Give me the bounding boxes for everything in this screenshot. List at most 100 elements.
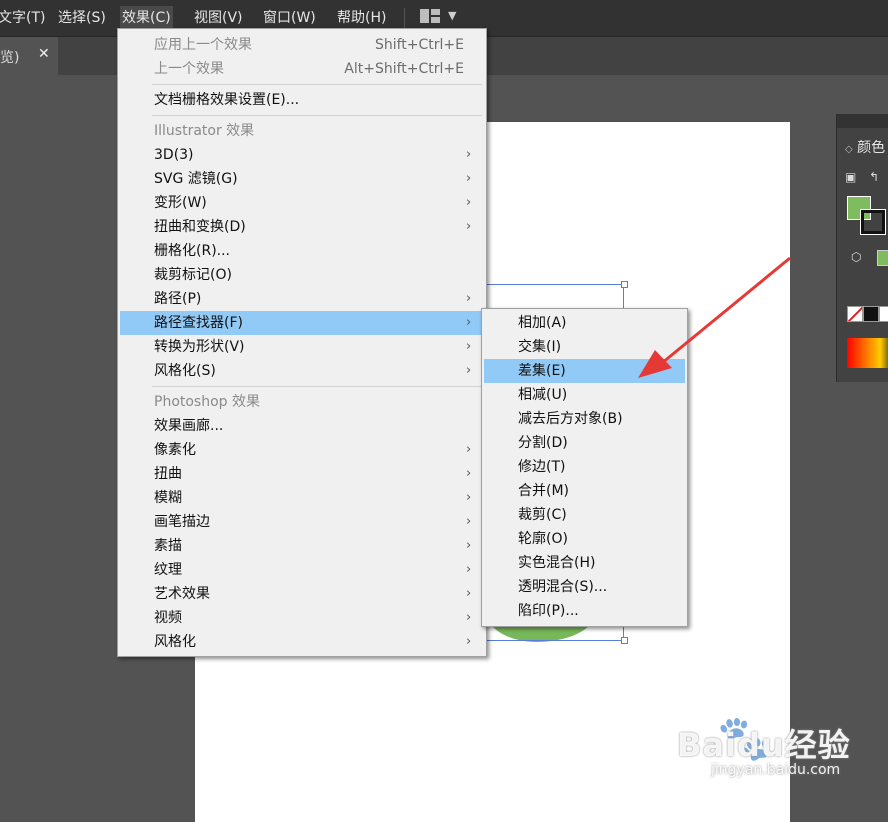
menu-item-path[interactable]: 路径(P) ›: [120, 287, 484, 311]
submenu-item-exclude[interactable]: 差集(E): [484, 359, 685, 383]
menu-separator: [152, 386, 482, 387]
menu-item-convert-to-shape[interactable]: 转换为形状(V) ›: [120, 335, 484, 359]
menu-item-shortcut: Shift+Ctrl+E: [374, 37, 464, 53]
swap-colors-icon[interactable]: ↰: [869, 170, 879, 184]
selection-handle-bottom-right[interactable]: [621, 637, 628, 644]
menu-item-rasterize[interactable]: 栅格化(R)...: [120, 239, 484, 263]
menu-item-label: 像素化: [154, 442, 196, 458]
menu-item-label: 应用上一个效果: [154, 37, 252, 53]
submenu-item-minus-back[interactable]: 减去后方对象(B): [484, 407, 685, 431]
submenu-item-outline[interactable]: 轮廓(O): [484, 527, 685, 551]
document-tab[interactable]: 览) ✕: [0, 37, 58, 75]
menu-item-crop-marks[interactable]: 裁剪标记(O): [120, 263, 484, 287]
menu-item-label: 风格化: [154, 634, 196, 650]
submenu-item-add[interactable]: 相加(A): [484, 311, 685, 335]
submenu-item-label: 交集(I): [518, 339, 562, 355]
menu-item-pixelate[interactable]: 像素化 ›: [120, 438, 484, 462]
submenu-item-hard-mix[interactable]: 实色混合(H): [484, 551, 685, 575]
menu-section-photoshop: Photoshop 效果: [120, 390, 484, 414]
chevron-right-icon: ›: [466, 466, 472, 481]
submenu-item-intersect[interactable]: 交集(I): [484, 335, 685, 359]
chevron-right-icon: ›: [466, 363, 472, 378]
submenu-item-label: 分割(D): [518, 435, 568, 451]
menu-item-label: 变形(W): [154, 195, 207, 211]
chevron-right-icon: ›: [466, 610, 472, 625]
submenu-item-subtract[interactable]: 相减(U): [484, 383, 685, 407]
menu-separator: [152, 115, 482, 116]
submenu-item-label: 轮廓(O): [518, 531, 568, 547]
submenu-item-label: 相加(A): [518, 315, 567, 331]
submenu-item-trim[interactable]: 修边(T): [484, 455, 685, 479]
submenu-item-crop[interactable]: 裁剪(C): [484, 503, 685, 527]
menu-item-svg-filters[interactable]: SVG 滤镜(G) ›: [120, 167, 484, 191]
submenu-item-label: 裁剪(C): [518, 507, 567, 523]
menu-item-video[interactable]: 视频 ›: [120, 606, 484, 630]
chevron-right-icon: ›: [466, 291, 472, 306]
menu-item-artistic[interactable]: 艺术效果 ›: [120, 582, 484, 606]
submenu-item-label: 减去后方对象(B): [518, 411, 623, 427]
submenu-item-label: 透明混合(S)...: [518, 579, 608, 595]
menu-item-3d[interactable]: 3D(3) ›: [120, 143, 484, 167]
section-header-label: Illustrator 效果: [154, 123, 255, 139]
menu-separator: [152, 84, 482, 85]
submenu-item-label: 合并(M): [518, 483, 570, 499]
color-spectrum-bar[interactable]: [847, 338, 888, 368]
menu-item-label: 路径查找器(F): [154, 315, 243, 331]
menu-item-shortcut: Alt+Shift+Ctrl+E: [344, 61, 464, 77]
submenu-item-trap[interactable]: 陷印(P)...: [484, 599, 685, 623]
menu-item-distort[interactable]: 扭曲 ›: [120, 462, 484, 486]
section-header-label: Photoshop 效果: [154, 394, 261, 410]
menu-item-pathfinder[interactable]: 路径查找器(F) ›: [120, 311, 484, 335]
chevron-right-icon: ›: [466, 514, 472, 529]
menu-view[interactable]: 视图(V): [194, 8, 243, 28]
menu-select[interactable]: 选择(S): [58, 8, 106, 28]
cube-icon: ⬡: [851, 250, 862, 264]
chevron-right-icon: ›: [466, 219, 472, 234]
submenu-item-divide[interactable]: 分割(D): [484, 431, 685, 455]
pathfinder-submenu: 相加(A) 交集(I) 差集(E) 相减(U) 减去后方对象(B) 分割(D) …: [481, 308, 688, 627]
menu-item-stylize[interactable]: 风格化(S) ›: [120, 359, 484, 383]
submenu-item-merge[interactable]: 合并(M): [484, 479, 685, 503]
menu-item-label: SVG 滤镜(G): [154, 171, 238, 187]
menu-help[interactable]: 帮助(H): [337, 8, 386, 28]
submenu-item-label: 实色混合(H): [518, 555, 596, 571]
none-color-swatch[interactable]: [847, 306, 863, 322]
menu-item-apply-last-effect[interactable]: 应用上一个效果 Shift+Ctrl+E: [120, 33, 484, 57]
menu-item-label: 纹理: [154, 562, 182, 578]
menu-item-brush-strokes[interactable]: 画笔描边 ›: [120, 510, 484, 534]
black-color-swatch[interactable]: [863, 306, 879, 322]
menu-effect[interactable]: 效果(C): [120, 6, 173, 30]
menu-item-label: 栅格化(R)...: [154, 243, 231, 259]
menu-item-blur[interactable]: 模糊 ›: [120, 486, 484, 510]
workspace-layout-icon: [420, 9, 440, 23]
chevron-right-icon: ›: [466, 586, 472, 601]
white-color-swatch[interactable]: [879, 306, 888, 322]
default-colors-icon[interactable]: ▣: [845, 170, 856, 184]
submenu-item-soft-mix[interactable]: 透明混合(S)...: [484, 575, 685, 599]
selection-edge-top: [486, 284, 624, 285]
submenu-item-label: 修边(T): [518, 459, 566, 475]
close-icon[interactable]: ✕: [38, 46, 50, 62]
stroke-color-swatch[interactable]: [860, 209, 886, 235]
menu-item-label: 素描: [154, 538, 182, 554]
menu-item-effect-gallery[interactable]: 效果画廊...: [120, 414, 484, 438]
menu-item-sketch[interactable]: 素描 ›: [120, 534, 484, 558]
document-tab-label: 览): [0, 50, 20, 66]
menu-item-stylize-ps[interactable]: 风格化 ›: [120, 630, 484, 654]
menu-window[interactable]: 窗口(W): [263, 8, 316, 28]
menu-item-texture[interactable]: 纹理 ›: [120, 558, 484, 582]
color-panel-title[interactable]: ◇ 颜色: [845, 137, 885, 157]
selection-handle-top-right[interactable]: [621, 281, 628, 288]
chevron-right-icon: ›: [466, 538, 472, 553]
menu-item-warp[interactable]: 变形(W) ›: [120, 191, 484, 215]
menu-item-distort-transform[interactable]: 扭曲和变换(D) ›: [120, 215, 484, 239]
menu-item-last-effect[interactable]: 上一个效果 Alt+Shift+Ctrl+E: [120, 57, 484, 81]
chevron-right-icon: ›: [466, 315, 472, 330]
menu-text[interactable]: 文字(T): [0, 8, 45, 28]
chevron-right-icon: ›: [466, 195, 472, 210]
menu-item-label: 艺术效果: [154, 586, 210, 602]
menu-item-label: 上一个效果: [154, 61, 224, 77]
menu-item-raster-settings[interactable]: 文档栅格效果设置(E)...: [120, 88, 484, 112]
menu-item-label: 扭曲: [154, 466, 182, 482]
color-value-swatch[interactable]: [877, 250, 888, 266]
